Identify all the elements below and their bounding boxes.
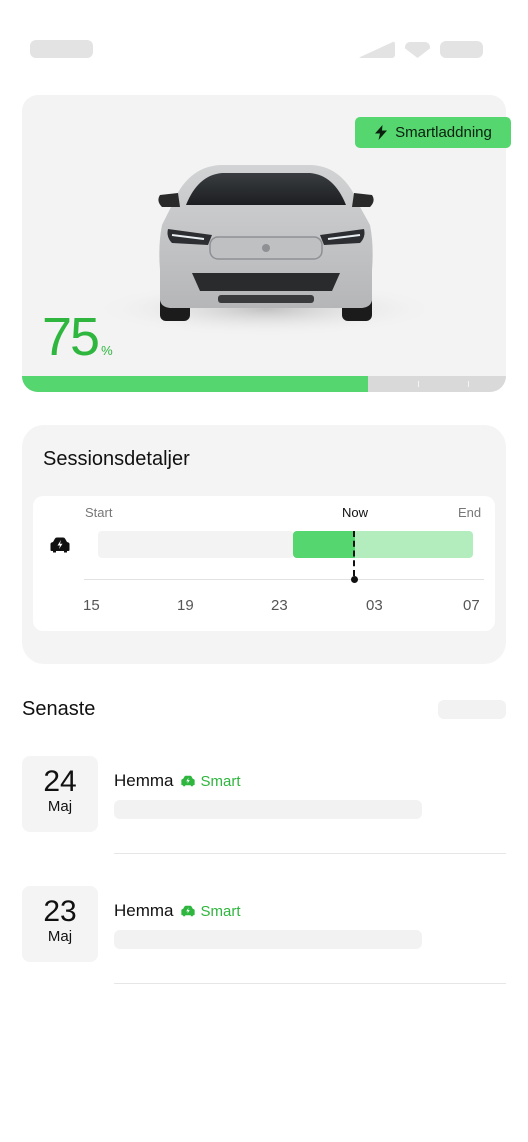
timeline-now-label: Now: [342, 505, 369, 520]
hour-label: 19: [177, 597, 194, 614]
timeline-idle-segment: [98, 531, 294, 558]
session-date-badge: 24 Maj: [22, 756, 98, 832]
list-divider: [114, 853, 506, 854]
session-location: Hemma: [114, 901, 174, 920]
status-time-placeholder: [30, 40, 93, 58]
session-location: Hemma: [114, 771, 174, 790]
timeline-axis: [84, 579, 484, 580]
smart-charging-badge[interactable]: Smartladdning: [355, 117, 511, 148]
now-marker-line: [353, 531, 355, 576]
session-detail-placeholder: [114, 930, 422, 949]
timeline-charged-segment: [293, 531, 355, 558]
session-detail-placeholder: [114, 800, 422, 819]
battery-progress-bar: [22, 376, 506, 392]
bolt-icon: [375, 125, 388, 140]
smart-tag: Smart: [180, 772, 241, 790]
progress-tick: [468, 381, 469, 387]
smart-tag-label: Smart: [200, 902, 241, 920]
progress-tick: [418, 381, 419, 387]
car-charging-icon: [50, 537, 70, 553]
smart-tag: Smart: [180, 902, 241, 920]
battery-unit: %: [101, 343, 113, 358]
car-charging-icon: [180, 905, 195, 917]
session-details-title: Sessionsdetaljer: [43, 448, 190, 470]
session-month: Maj: [47, 928, 73, 945]
list-divider: [114, 983, 506, 984]
timeline-start-label: Start: [85, 505, 113, 520]
session-entry[interactable]: Hemma Smart: [114, 771, 241, 791]
session-month: Maj: [47, 798, 73, 815]
hour-label: 15: [83, 597, 100, 614]
signal-icon: [358, 41, 395, 58]
hour-label: 23: [271, 597, 288, 614]
car-charging-icon: [180, 775, 195, 787]
session-day: 24: [43, 765, 77, 798]
battery-value: 75: [42, 307, 100, 367]
session-entry[interactable]: Hemma Smart: [114, 901, 241, 921]
hour-label: 07: [463, 597, 480, 614]
battery-icon: [440, 41, 483, 58]
hour-label: 03: [366, 597, 383, 614]
recent-see-all-placeholder[interactable]: [438, 700, 506, 719]
smart-tag-label: Smart: [200, 772, 241, 790]
recent-section-title: Senaste: [22, 698, 96, 720]
timeline-planned-segment: [355, 531, 473, 558]
smart-charging-label: Smartladdning: [395, 124, 492, 141]
wifi-icon: [405, 42, 430, 58]
battery-progress-fill: [22, 376, 369, 392]
session-date-badge: 23 Maj: [22, 886, 98, 962]
now-marker-dot: [351, 576, 358, 583]
timeline-end-label: End: [458, 505, 482, 520]
session-day: 23: [43, 895, 77, 928]
battery-percentage: 75%: [42, 306, 113, 382]
